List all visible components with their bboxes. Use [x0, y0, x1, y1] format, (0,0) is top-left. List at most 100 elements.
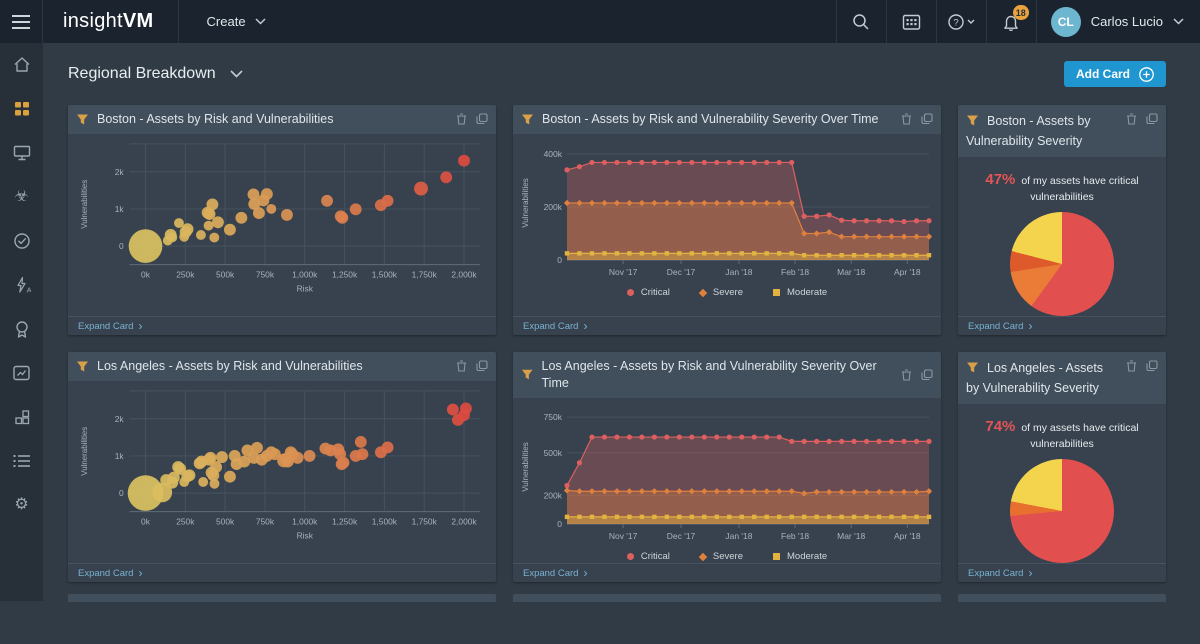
legend-label: Severe — [713, 287, 743, 298]
svg-text:Dec '17: Dec '17 — [667, 267, 696, 277]
filter-funnel-icon[interactable] — [966, 114, 979, 127]
pie-chart-area: 47% of my assets have critical vulnerabi… — [958, 157, 1166, 316]
svg-text:0: 0 — [557, 255, 562, 265]
home-icon — [12, 55, 32, 75]
chevron-right-icon: › — [1028, 320, 1032, 332]
legend-item-severe[interactable]: Severe — [700, 287, 743, 298]
card-header: Los Angeles - Assets by Risk and Vulnera… — [513, 352, 941, 398]
duplicate-card-icon[interactable] — [921, 113, 933, 125]
legend-item-moderate[interactable]: Moderate — [773, 551, 827, 562]
diamond-marker-icon — [699, 553, 707, 561]
hamburger-menu-icon[interactable] — [0, 0, 43, 43]
sidebar-item-goals[interactable] — [0, 307, 43, 351]
legend-item-critical[interactable]: Critical — [627, 551, 670, 562]
svg-text:1,000k: 1,000k — [292, 269, 318, 279]
card-title: Los Angeles - Assets by Vulnerability Se… — [966, 361, 1103, 395]
delete-card-icon[interactable] — [901, 113, 912, 125]
user-menu[interactable]: CL Carlos Lucio — [1036, 0, 1200, 43]
delete-card-icon[interactable] — [1126, 113, 1137, 125]
svg-text:Jan '18: Jan '18 — [725, 267, 752, 277]
create-menu[interactable]: Create — [178, 0, 294, 43]
filter-funnel-icon[interactable] — [76, 113, 89, 126]
legend-item-severe[interactable]: Severe — [700, 551, 743, 562]
delete-card-icon[interactable] — [901, 369, 912, 381]
svg-text:Risk: Risk — [297, 530, 314, 540]
svg-text:Vulnerabilities: Vulnerabilities — [80, 427, 89, 476]
svg-text:750k: 750k — [544, 412, 563, 422]
expand-card-link[interactable]: Expand Card› — [523, 321, 587, 332]
sidebar-item-assets[interactable] — [0, 131, 43, 175]
scatter-chart-area: 0k250k500k750k1,000k1,250k1,500k1,750k2,… — [68, 134, 496, 316]
expand-card-link[interactable]: Expand Card› — [523, 568, 587, 579]
expand-card-link[interactable]: Expand Card› — [968, 321, 1032, 332]
filter-funnel-icon[interactable] — [76, 360, 89, 373]
page-header: Regional Breakdown Add Card — [68, 56, 1166, 92]
card-boston-over-time: Boston - Assets by Risk and Vulnerabilit… — [513, 105, 941, 335]
area-moderate — [567, 517, 929, 524]
search-icon[interactable] — [836, 0, 886, 43]
sidebar-item-console[interactable] — [0, 395, 43, 439]
card-boston-scatter: Boston - Assets by Risk and Vulnerabilit… — [68, 105, 496, 335]
sidebar-item-home[interactable] — [0, 43, 43, 87]
monitor-icon — [12, 144, 32, 162]
svg-text:500k: 500k — [544, 448, 563, 458]
delete-card-icon[interactable] — [456, 360, 467, 372]
duplicate-card-icon[interactable] — [476, 360, 488, 372]
card-footer: Expand Card› — [68, 316, 496, 335]
pie-stat-text: 74% of my assets have critical vulnerabi… — [966, 416, 1158, 452]
pie-chart[interactable] — [1010, 212, 1114, 316]
pie-stat-text: 47% of my assets have critical vulnerabi… — [966, 169, 1158, 205]
legend-label: Critical — [641, 287, 670, 298]
svg-text:Vulnerabilities: Vulnerabilities — [521, 178, 530, 228]
card-la-over-time: Los Angeles - Assets by Risk and Vulnera… — [513, 352, 941, 582]
filter-funnel-icon[interactable] — [521, 113, 534, 126]
delete-card-icon[interactable] — [456, 113, 467, 125]
filter-funnel-icon[interactable] — [521, 368, 534, 381]
svg-text:Apr '18: Apr '18 — [894, 531, 921, 541]
filter-funnel-icon[interactable] — [966, 361, 979, 374]
svg-text:Feb '18: Feb '18 — [781, 267, 809, 277]
chevron-right-icon: › — [1028, 567, 1032, 579]
gear-icon: ⚙ — [14, 497, 28, 513]
svg-text:750k: 750k — [256, 269, 275, 279]
pie-chart[interactable] — [1010, 459, 1114, 563]
card-footer: Expand Card› — [958, 563, 1166, 582]
duplicate-card-icon[interactable] — [1146, 360, 1158, 372]
expand-card-link[interactable]: Expand Card› — [968, 568, 1032, 579]
sidebar-item-settings[interactable]: ⚙ — [0, 483, 43, 527]
card-grid: Boston - Assets by Risk and Vulnerabilit… — [68, 105, 1166, 582]
stat-percentage: 47% — [985, 171, 1015, 188]
sidebar-item-policies[interactable] — [0, 219, 43, 263]
svg-text:1,500k: 1,500k — [372, 516, 398, 526]
award-ribbon-icon — [13, 320, 31, 339]
svg-text:Vulnerabilities: Vulnerabilities — [521, 442, 530, 492]
duplicate-card-icon[interactable] — [1146, 113, 1158, 125]
sidebar-item-reports[interactable] — [0, 351, 43, 395]
calendar-icon[interactable] — [886, 0, 936, 43]
sidebar-item-vulnerabilities[interactable]: ☣ — [0, 175, 43, 219]
top-navbar: insightVM Create ? 18 CL Carlos Lucio — [0, 0, 1200, 43]
card-footer: Expand Card› — [513, 563, 941, 582]
duplicate-card-icon[interactable] — [476, 113, 488, 125]
expand-card-link[interactable]: Expand Card› — [78, 568, 142, 579]
sidebar-item-automated-actions[interactable]: A — [0, 263, 43, 307]
sidebar-item-management[interactable] — [0, 439, 43, 483]
card-header: Boston - Assets by Vulnerability Severit… — [958, 105, 1166, 157]
notifications-bell-icon[interactable]: 18 — [986, 0, 1036, 43]
legend-item-moderate[interactable]: Moderate — [773, 287, 827, 298]
sidebar-item-dashboards[interactable] — [0, 87, 43, 131]
duplicate-card-icon[interactable] — [921, 369, 933, 381]
svg-text:250k: 250k — [176, 516, 195, 526]
gridlines — [130, 391, 480, 512]
legend-item-critical[interactable]: Critical — [627, 287, 670, 298]
insightvm-logo: insightVM — [43, 0, 178, 43]
dashboard-title-dropdown[interactable]: Regional Breakdown — [68, 65, 243, 83]
square-marker-icon — [773, 553, 780, 560]
svg-text:Feb '18: Feb '18 — [781, 531, 809, 541]
expand-card-link[interactable]: Expand Card› — [78, 321, 142, 332]
delete-card-icon[interactable] — [1126, 360, 1137, 372]
help-menu[interactable]: ? — [936, 0, 986, 43]
card-la-scatter: Los Angeles - Assets by Risk and Vulnera… — [68, 352, 496, 582]
svg-text:250k: 250k — [176, 269, 195, 279]
add-card-button[interactable]: Add Card — [1064, 61, 1166, 87]
